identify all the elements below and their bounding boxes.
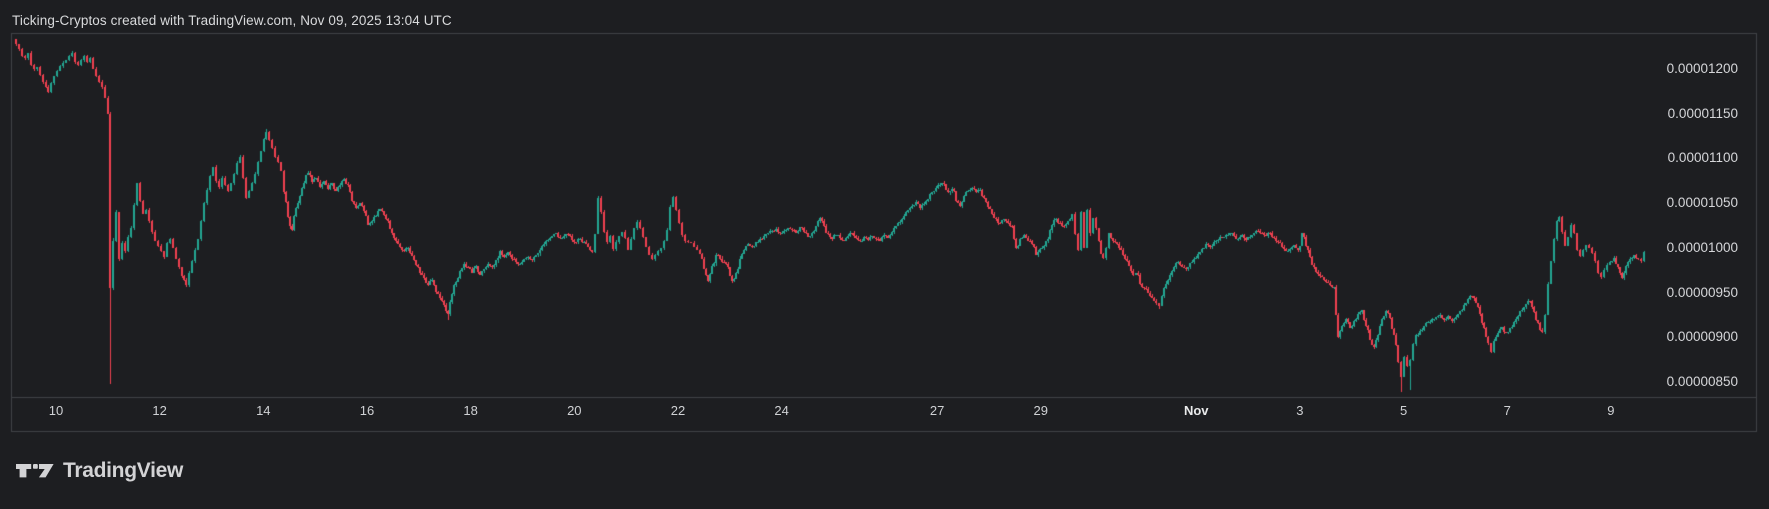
tradingview-icon: [16, 464, 54, 479]
chart-title: Ticking-Cryptos created with TradingView…: [12, 13, 452, 28]
candlestick-chart-canvas[interactable]: [0, 0, 1769, 509]
tradingview-logo[interactable]: TradingView: [16, 459, 183, 483]
tradingview-logo-text: TradingView: [63, 459, 183, 483]
tradingview-snapshot: Ticking-Cryptos created with TradingView…: [0, 0, 1769, 509]
